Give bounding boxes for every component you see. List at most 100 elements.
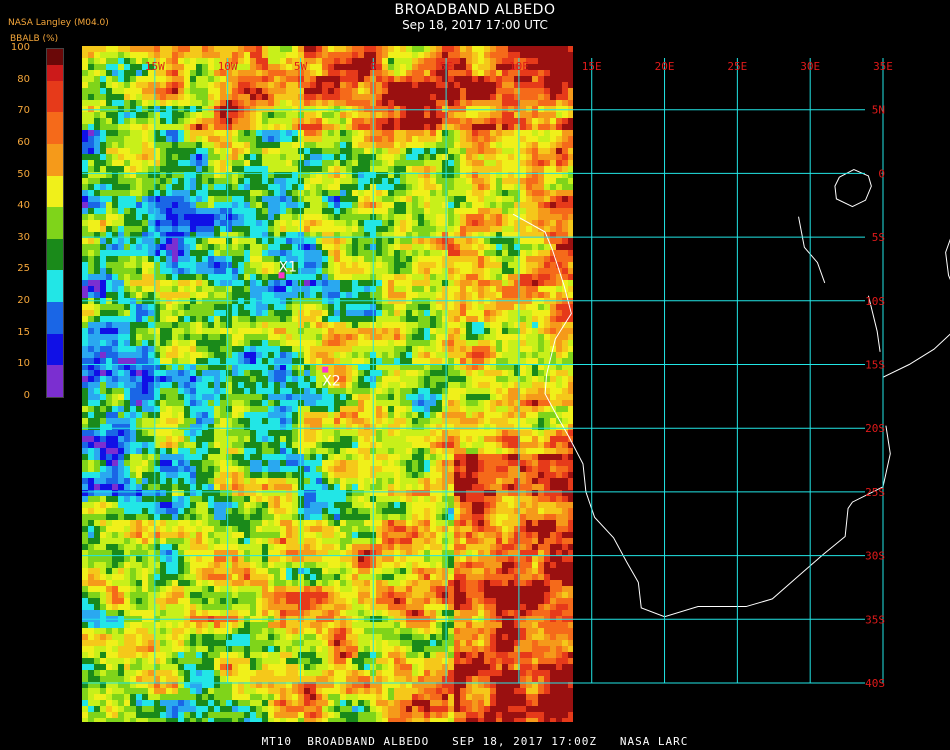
albedo-pixel bbox=[148, 280, 154, 286]
albedo-pixel bbox=[442, 400, 448, 406]
albedo-pixel bbox=[220, 46, 226, 52]
albedo-pixel bbox=[460, 202, 466, 208]
albedo-pixel bbox=[244, 148, 250, 154]
albedo-pixel bbox=[382, 358, 388, 364]
albedo-pixel bbox=[460, 382, 466, 388]
albedo-pixel bbox=[334, 406, 340, 412]
albedo-pixel bbox=[280, 352, 286, 358]
albedo-pixel bbox=[346, 70, 352, 76]
albedo-pixel bbox=[430, 112, 436, 118]
albedo-pixel bbox=[178, 370, 184, 376]
albedo-pixel bbox=[550, 262, 556, 268]
albedo-pixel bbox=[112, 52, 118, 58]
albedo-pixel bbox=[88, 154, 94, 160]
albedo-pixel bbox=[178, 88, 184, 94]
albedo-pixel bbox=[214, 160, 220, 166]
albedo-pixel bbox=[262, 214, 268, 220]
albedo-pixel bbox=[562, 208, 568, 214]
albedo-pixel bbox=[142, 400, 148, 406]
albedo-pixel bbox=[226, 238, 232, 244]
albedo-pixel bbox=[274, 142, 280, 148]
albedo-pixel bbox=[424, 250, 430, 256]
albedo-pixel bbox=[412, 52, 418, 58]
albedo-pixel bbox=[184, 76, 190, 82]
albedo-pixel bbox=[496, 70, 502, 76]
albedo-pixel bbox=[412, 340, 418, 346]
albedo-pixel bbox=[274, 52, 280, 58]
albedo-pixel bbox=[214, 52, 220, 58]
albedo-pixel bbox=[568, 340, 573, 346]
albedo-pixel bbox=[94, 238, 100, 244]
albedo-pixel bbox=[244, 256, 250, 262]
albedo-pixel bbox=[358, 64, 364, 70]
albedo-pixel bbox=[406, 256, 412, 262]
albedo-pixel bbox=[166, 112, 172, 118]
albedo-pixel bbox=[250, 178, 256, 184]
albedo-pixel bbox=[526, 112, 532, 118]
albedo-pixel bbox=[112, 238, 118, 244]
albedo-pixel bbox=[430, 190, 436, 196]
albedo-pixel bbox=[352, 58, 358, 64]
albedo-pixel bbox=[118, 376, 124, 382]
albedo-pixel bbox=[274, 124, 280, 130]
albedo-pixel bbox=[412, 196, 418, 202]
albedo-pixel bbox=[172, 196, 178, 202]
albedo-pixel bbox=[412, 244, 418, 250]
albedo-pixel bbox=[214, 220, 220, 226]
albedo-pixel bbox=[448, 76, 454, 82]
albedo-pixel bbox=[550, 328, 556, 334]
albedo-pixel bbox=[310, 304, 316, 310]
albedo-pixel bbox=[454, 100, 460, 106]
albedo-pixel bbox=[442, 196, 448, 202]
albedo-pixel bbox=[352, 88, 358, 94]
albedo-pixel bbox=[256, 316, 262, 322]
albedo-pixel bbox=[490, 46, 496, 52]
albedo-pixel bbox=[112, 226, 118, 232]
albedo-pixel bbox=[364, 52, 370, 58]
albedo-pixel bbox=[88, 388, 94, 394]
albedo-pixel bbox=[268, 208, 274, 214]
albedo-pixel bbox=[448, 82, 454, 88]
albedo-pixel bbox=[508, 136, 514, 142]
albedo-pixel bbox=[172, 148, 178, 154]
albedo-pixel bbox=[472, 370, 478, 376]
albedo-pixel bbox=[112, 190, 118, 196]
albedo-pixel bbox=[292, 202, 298, 208]
albedo-pixel bbox=[538, 76, 544, 82]
albedo-pixel bbox=[424, 46, 430, 52]
albedo-pixel bbox=[382, 142, 388, 148]
albedo-pixel bbox=[322, 202, 328, 208]
albedo-pixel bbox=[430, 64, 436, 70]
albedo-pixel bbox=[190, 130, 196, 136]
albedo-pixel bbox=[142, 202, 148, 208]
albedo-pixel bbox=[214, 274, 220, 280]
albedo-pixel bbox=[208, 142, 214, 148]
albedo-pixel bbox=[202, 94, 208, 100]
albedo-pixel bbox=[544, 334, 550, 340]
albedo-pixel bbox=[460, 112, 466, 118]
albedo-pixel bbox=[448, 190, 454, 196]
albedo-pixel bbox=[556, 94, 562, 100]
albedo-pixel bbox=[328, 274, 334, 280]
albedo-pixel bbox=[160, 196, 166, 202]
albedo-pixel bbox=[562, 100, 568, 106]
albedo-pixel bbox=[256, 274, 262, 280]
albedo-pixel bbox=[112, 178, 118, 184]
albedo-pixel bbox=[412, 136, 418, 142]
albedo-pixel bbox=[532, 214, 538, 220]
albedo-pixel bbox=[136, 208, 142, 214]
albedo-pixel bbox=[232, 340, 238, 346]
albedo-pixel bbox=[262, 70, 268, 76]
albedo-pixel bbox=[184, 256, 190, 262]
albedo-pixel bbox=[340, 130, 346, 136]
albedo-pixel bbox=[424, 280, 430, 286]
albedo-pixel bbox=[352, 214, 358, 220]
albedo-pixel bbox=[208, 226, 214, 232]
albedo-pixel bbox=[442, 250, 448, 256]
albedo-pixel bbox=[112, 280, 118, 286]
albedo-pixel bbox=[340, 202, 346, 208]
albedo-pixel bbox=[142, 250, 148, 256]
albedo-pixel bbox=[274, 58, 280, 64]
albedo-pixel bbox=[202, 262, 208, 268]
albedo-pixel bbox=[190, 106, 196, 112]
